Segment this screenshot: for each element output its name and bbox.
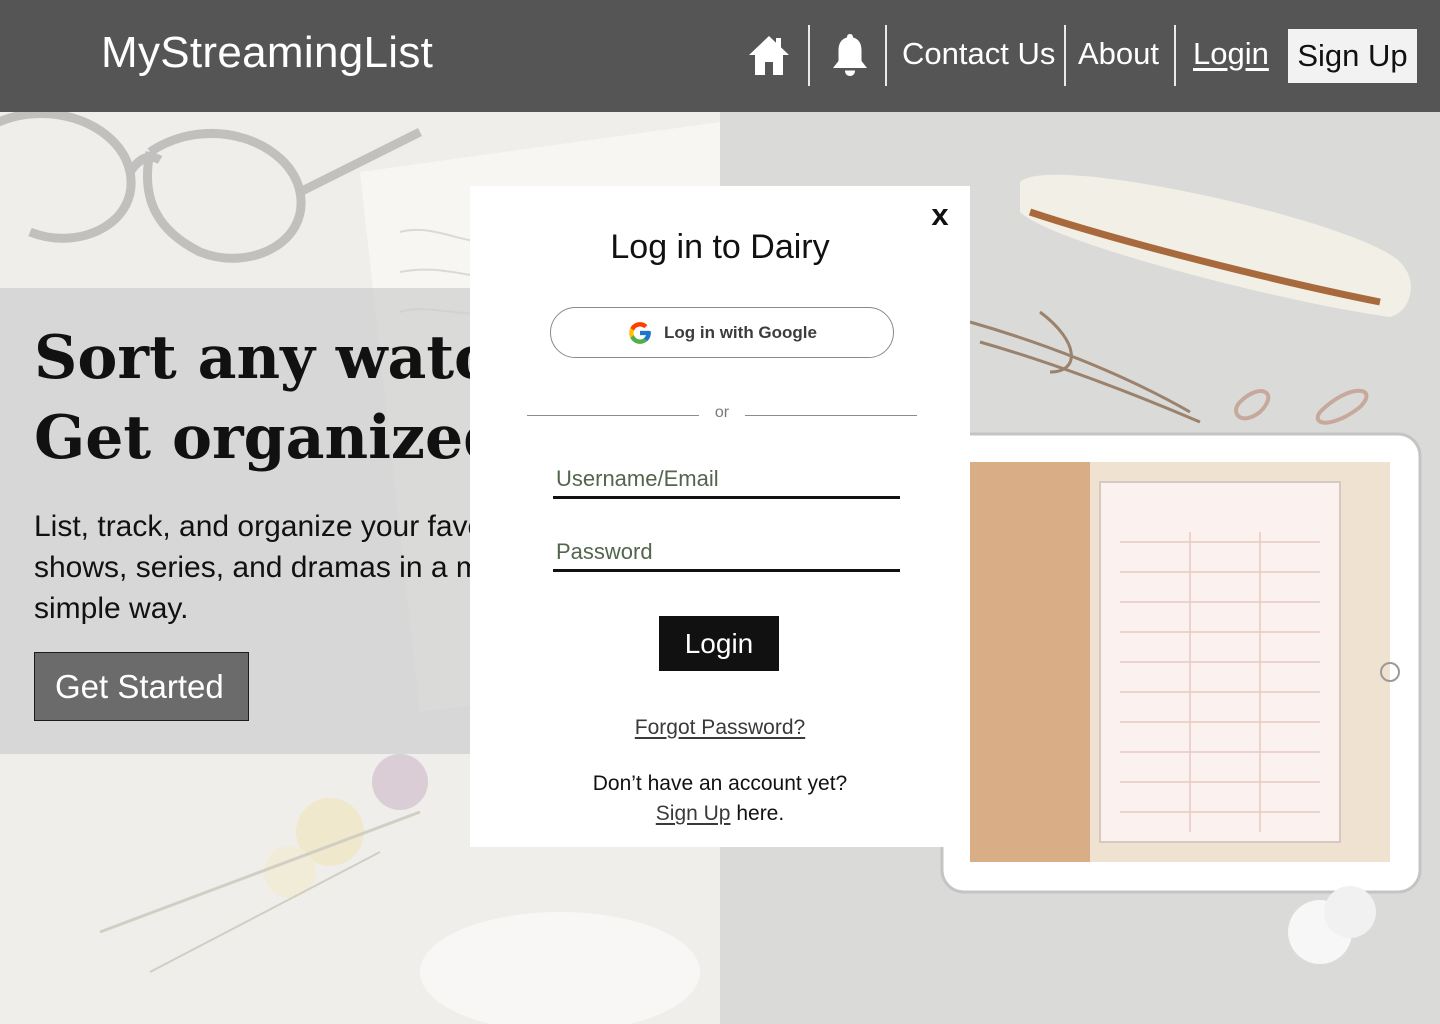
close-icon[interactable]: x: [926, 199, 954, 230]
google-login-label: Log in with Google: [664, 322, 817, 342]
bell-icon[interactable]: [828, 32, 872, 78]
home-icon[interactable]: [747, 32, 791, 78]
google-login-button[interactable]: Log in with Google: [550, 307, 894, 358]
signup-suffix: here.: [730, 802, 785, 825]
nav-divider: [1174, 25, 1176, 86]
nav-login-link[interactable]: Login: [1193, 36, 1269, 72]
google-icon: [629, 321, 651, 344]
navbar: MyStreamingList Contact Us About Login S…: [0, 0, 1440, 112]
divider-line: [527, 415, 699, 416]
nav-divider: [885, 25, 887, 86]
login-modal: x Log in to Dairy Log in with Google or …: [470, 186, 970, 847]
modal-title: Log in to Dairy: [610, 228, 830, 266]
divider-text: or: [714, 404, 730, 421]
nav-contact-link[interactable]: Contact Us: [902, 36, 1055, 72]
nav-divider: [808, 25, 810, 86]
brand-logo[interactable]: MyStreamingList: [101, 28, 433, 78]
signup-prompt: Sign Up here.: [470, 802, 970, 826]
username-email-input[interactable]: [553, 461, 900, 499]
forgot-password-row: Forgot Password?: [470, 716, 970, 740]
divider-line: [745, 415, 917, 416]
login-button[interactable]: Login: [659, 616, 779, 671]
forgot-password-link[interactable]: Forgot Password?: [635, 716, 805, 739]
nav-signup-button[interactable]: Sign Up: [1288, 29, 1417, 83]
no-account-text: Don’t have an account yet?: [592, 772, 848, 795]
hero-title-line-2: Get organized.: [34, 403, 526, 473]
password-input[interactable]: [553, 534, 900, 572]
nav-about-link[interactable]: About: [1078, 36, 1159, 72]
nav-divider: [1064, 25, 1066, 86]
signup-link[interactable]: Sign Up: [656, 802, 731, 825]
get-started-button[interactable]: Get Started: [34, 652, 249, 721]
